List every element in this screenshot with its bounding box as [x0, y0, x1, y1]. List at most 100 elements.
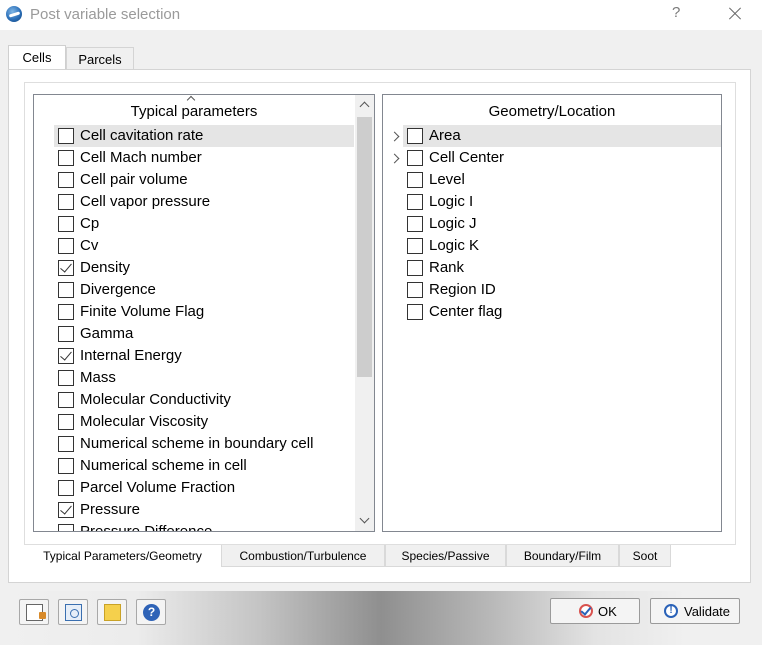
scroll-up-icon[interactable] — [355, 95, 374, 115]
checkbox-unchecked[interactable] — [58, 304, 74, 320]
checkbox-unchecked[interactable] — [58, 392, 74, 408]
checkbox-unchecked[interactable] — [58, 414, 74, 430]
typical-row[interactable]: Finite Volume Flag — [54, 301, 354, 323]
note-icon — [104, 604, 121, 621]
expand-chevron-icon[interactable] — [391, 132, 399, 140]
typical-row[interactable]: Molecular Viscosity — [54, 411, 354, 433]
row-label: Logic J — [429, 215, 477, 232]
checkbox-unchecked[interactable] — [407, 216, 423, 232]
tab-boundary-film[interactable]: Boundary/Film — [506, 545, 619, 567]
typical-row[interactable]: Numerical scheme in boundary cell — [54, 433, 354, 455]
typical-row[interactable]: Cell cavitation rate — [54, 125, 354, 147]
typical-row[interactable]: Cell vapor pressure — [54, 191, 354, 213]
row-label: Cell cavitation rate — [80, 127, 204, 144]
row-label: Gamma — [80, 325, 134, 342]
checkbox-unchecked[interactable] — [58, 216, 74, 232]
geometry-row[interactable]: Rank — [403, 257, 721, 279]
typical-row[interactable]: Gamma — [54, 323, 354, 345]
checkbox-unchecked[interactable] — [407, 128, 423, 144]
vertical-scrollbar[interactable] — [355, 95, 374, 531]
row-label: Parcel Volume Fraction — [80, 479, 236, 496]
tab-species-passive[interactable]: Species/Passive — [385, 545, 506, 567]
checkbox-unchecked[interactable] — [407, 150, 423, 166]
checkbox-unchecked[interactable] — [58, 172, 74, 188]
geometry-location-list[interactable]: Geometry/Location Area Cell Center Level Lo… — [382, 94, 722, 532]
checkbox-unchecked[interactable] — [58, 150, 74, 166]
checkbox-unchecked[interactable] — [58, 480, 74, 496]
typical-row[interactable]: Divergence — [54, 279, 354, 301]
checkbox-unchecked[interactable] — [58, 282, 74, 298]
typical-row[interactable]: Cell pair volume — [54, 169, 354, 191]
checkbox-unchecked[interactable] — [407, 238, 423, 254]
geometry-row[interactable]: Center flag — [403, 301, 721, 323]
typical-row[interactable]: Cp — [54, 213, 354, 235]
row-label: Cell vapor pressure — [80, 193, 211, 210]
clipboard-icon — [65, 604, 82, 621]
checkbox-unchecked[interactable] — [407, 260, 423, 276]
row-label: Cell pair volume — [80, 171, 188, 188]
geometry-row[interactable]: Logic K — [403, 235, 721, 257]
typical-parameters-header[interactable]: Typical parameters — [34, 95, 354, 125]
checkbox-unchecked[interactable] — [58, 458, 74, 474]
help-tool-button[interactable]: ? — [136, 599, 166, 625]
geometry-row[interactable]: Logic J — [403, 213, 721, 235]
geometry-row[interactable]: Logic I — [403, 191, 721, 213]
tab-typical-parameters-geometry[interactable]: Typical Parameters/Geometry — [24, 545, 221, 570]
typical-row[interactable]: Density — [54, 257, 354, 279]
close-icon[interactable] — [724, 3, 746, 25]
checkbox-unchecked[interactable] — [407, 282, 423, 298]
checkbox-checked[interactable] — [58, 502, 74, 518]
checkbox-unchecked[interactable] — [58, 326, 74, 342]
geometry-row[interactable]: Region ID — [403, 279, 721, 301]
scroll-thumb[interactable] — [357, 117, 372, 377]
tab-soot[interactable]: Soot — [619, 545, 671, 567]
checkbox-unchecked[interactable] — [407, 304, 423, 320]
tab-cells[interactable]: Cells — [8, 45, 66, 71]
geometry-row[interactable]: Cell Center — [403, 147, 721, 169]
checkbox-unchecked[interactable] — [58, 370, 74, 386]
typical-parameters-list[interactable]: Typical parameters Cell cavitation rate C… — [33, 94, 375, 532]
note-button[interactable] — [97, 599, 127, 625]
checkbox-unchecked[interactable] — [58, 238, 74, 254]
checkbox-unchecked[interactable] — [407, 194, 423, 210]
typical-row[interactable]: Cell Mach number — [54, 147, 354, 169]
geometry-row[interactable]: Area — [403, 125, 721, 147]
ok-button[interactable]: OK — [550, 598, 640, 624]
row-label: Cell Center — [429, 149, 505, 166]
help-button[interactable]: ? — [672, 4, 680, 21]
export-button[interactable] — [19, 599, 49, 625]
typical-row[interactable]: Molecular Conductivity — [54, 389, 354, 411]
geometry-row[interactable]: Level — [403, 169, 721, 191]
clipboard-button[interactable] — [58, 599, 88, 625]
validate-icon: ! — [664, 604, 678, 618]
checkbox-unchecked[interactable] — [58, 436, 74, 452]
ok-check-icon — [579, 604, 593, 618]
typical-row[interactable]: Numerical scheme in cell — [54, 455, 354, 477]
checkbox-unchecked[interactable] — [58, 128, 74, 144]
expand-chevron-icon[interactable] — [391, 154, 399, 162]
typical-row[interactable]: Cv — [54, 235, 354, 257]
row-label: Molecular Conductivity — [80, 391, 231, 408]
row-label: Pressure Difference — [80, 523, 213, 532]
row-label: Internal Energy — [80, 347, 182, 364]
row-label: Cv — [80, 237, 99, 254]
tab-combustion-turbulence[interactable]: Combustion/Turbulence — [221, 545, 385, 567]
row-label: Numerical scheme in cell — [80, 457, 247, 474]
window-title: Post variable selection — [30, 6, 181, 23]
geometry-location-header[interactable]: Geometry/Location — [383, 95, 721, 125]
checkbox-unchecked[interactable] — [407, 172, 423, 188]
tab-parcels[interactable]: Parcels — [66, 47, 134, 70]
typical-row[interactable]: Mass — [54, 367, 354, 389]
row-label: Numerical scheme in boundary cell — [80, 435, 314, 452]
typical-row[interactable]: Parcel Volume Fraction — [54, 477, 354, 499]
checkbox-unchecked[interactable] — [58, 524, 74, 531]
scroll-down-icon[interactable] — [355, 511, 374, 531]
checkbox-checked[interactable] — [58, 260, 74, 276]
typical-row[interactable]: Pressure Difference — [54, 521, 354, 532]
typical-row[interactable]: Pressure — [54, 499, 354, 521]
row-label: Molecular Viscosity — [80, 413, 209, 430]
validate-button[interactable]: ! Validate — [650, 598, 740, 624]
typical-row[interactable]: Internal Energy — [54, 345, 354, 367]
checkbox-checked[interactable] — [58, 348, 74, 364]
checkbox-unchecked[interactable] — [58, 194, 74, 210]
